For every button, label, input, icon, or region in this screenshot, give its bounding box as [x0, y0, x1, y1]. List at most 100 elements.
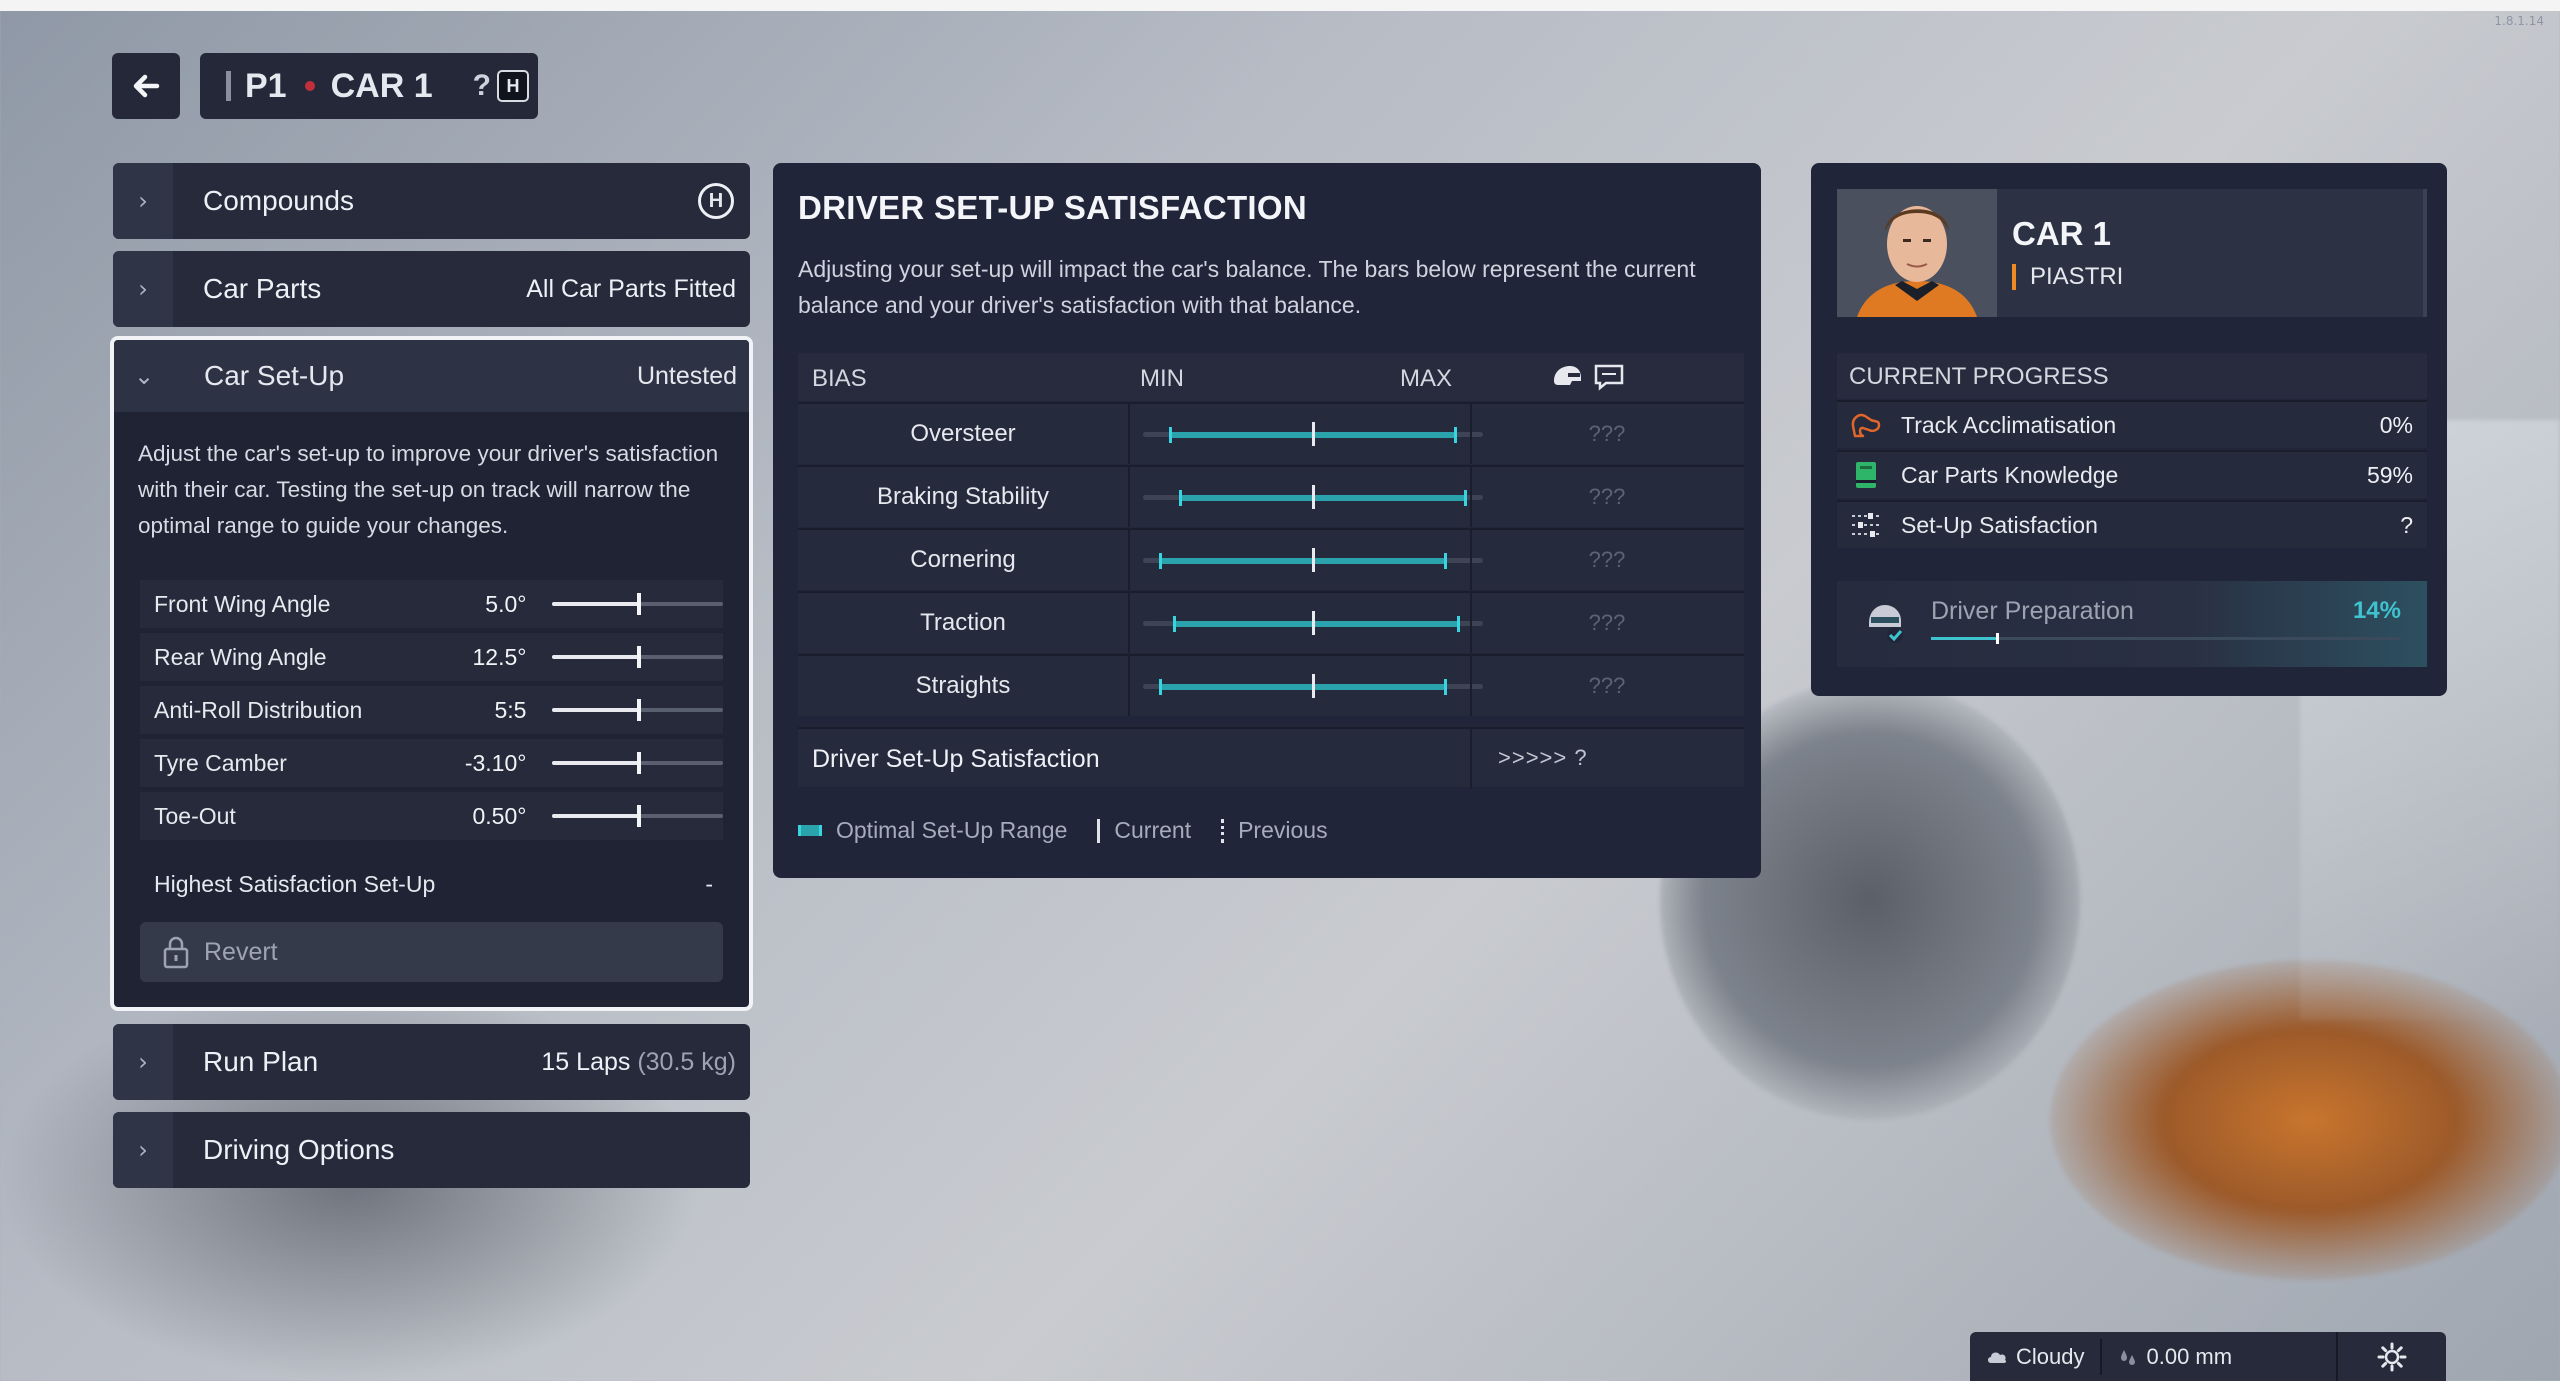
divider: [1128, 593, 1130, 653]
bias-name: Oversteer: [910, 420, 1016, 447]
driver-preparation-bar: [1931, 633, 2401, 644]
helmet-icon: [1554, 366, 1581, 385]
satisfaction-unknown: ???: [1588, 547, 1626, 572]
bias-row: Cornering ???: [798, 528, 1744, 590]
weather-status-bar: Cloudy 0.00 mm: [1970, 1332, 2446, 1381]
param-name: Anti-Roll Distribution: [154, 696, 363, 723]
run-plan-section[interactable]: › Run Plan 15 Laps (30.5 kg): [113, 1024, 750, 1100]
param-toe-out[interactable]: Toe-Out 0.50°: [140, 792, 723, 840]
speech-bubble-icon: [1594, 364, 1624, 391]
car-setup-status: Untested: [636, 361, 737, 390]
arrow-left-icon: [133, 74, 160, 98]
slider-fill: [552, 602, 640, 606]
param-slider[interactable]: [552, 699, 723, 721]
car-parts-section[interactable]: › Car Parts All Car Parts Fitted: [113, 251, 750, 327]
rain-cell: 0.00 mm: [2102, 1344, 2248, 1370]
param-slider[interactable]: [552, 805, 723, 827]
current-marker-swatch: [1097, 818, 1101, 843]
revert-label: Revert: [204, 937, 278, 966]
car-parts-status: All Car Parts Fitted: [526, 274, 736, 303]
progress-label: Car Parts Knowledge: [1901, 461, 2119, 488]
param-tyre-camber[interactable]: Tyre Camber -3.10°: [140, 739, 723, 787]
param-value: 5:5: [494, 696, 527, 723]
chevron-right-icon: ›: [113, 251, 173, 327]
driver-satisfaction-panel: DRIVER SET-UP SATISFACTION Adjusting you…: [773, 163, 1761, 878]
legend-current: Current: [1114, 817, 1192, 843]
optimal-range-bar: [1160, 558, 1446, 564]
bias-name: Cornering: [910, 546, 1016, 573]
help-button[interactable]: ?: [473, 69, 491, 103]
slider-thumb[interactable]: [637, 593, 642, 615]
bias-row: Traction ???: [798, 591, 1744, 653]
param-slider[interactable]: [552, 752, 723, 774]
car-setup-header[interactable]: ⌄ Car Set-Up Untested: [114, 340, 749, 412]
weather-cell: Cloudy: [1970, 1344, 2100, 1370]
driver-card: CAR 1 PIASTRI: [1837, 189, 2427, 317]
highest-satisfaction-label: Highest Satisfaction Set-Up: [154, 870, 436, 897]
param-name: Toe-Out: [154, 802, 236, 829]
session-title: P1 CAR 1 ? H: [200, 53, 538, 119]
version-label: 1.8.1.14: [2494, 14, 2544, 28]
car-parts-label: Car Parts: [203, 273, 322, 304]
param-name: Front Wing Angle: [154, 590, 331, 617]
compounds-section[interactable]: › Compounds H: [113, 163, 750, 239]
current-marker: [1312, 674, 1315, 698]
param-value: -3.10°: [464, 749, 527, 776]
highest-satisfaction-value: -: [705, 870, 713, 897]
satisfaction-unknown: ???: [1588, 673, 1626, 698]
progress-car-parts-knowledge: Car Parts Knowledge 59%: [1837, 450, 2427, 498]
window-top-strip: [0, 0, 2560, 11]
param-rear-wing[interactable]: Rear Wing Angle 12.5°: [140, 633, 723, 681]
current-progress-title: CURRENT PROGRESS: [1837, 353, 2427, 399]
range-min-cap: [1159, 553, 1162, 569]
optimal-range-swatch: [798, 825, 822, 836]
slider-thumb[interactable]: [637, 752, 642, 774]
current-marker: [1312, 611, 1315, 635]
chevron-right-icon: ›: [113, 163, 173, 239]
col-min: MIN: [1140, 365, 1184, 392]
run-plan-value: 15 Laps (30.5 kg): [541, 1048, 736, 1077]
progress-track-acclimatisation: Track Acclimatisation 0%: [1837, 400, 2427, 448]
revert-button[interactable]: Revert: [140, 922, 723, 982]
driver-preparation: Driver Preparation 14%: [1837, 581, 2427, 667]
param-front-wing[interactable]: Front Wing Angle 5.0°: [140, 580, 723, 628]
legend-previous: Previous: [1238, 817, 1328, 843]
param-slider[interactable]: [552, 593, 723, 615]
col-bias: BIAS: [812, 365, 867, 392]
slider-fill: [552, 655, 640, 659]
col-max: MAX: [1400, 365, 1453, 392]
divider: [1128, 530, 1130, 590]
satisfaction-unknown: ???: [1588, 610, 1626, 635]
progress-value: ?: [2400, 511, 2413, 538]
current-marker: [1312, 485, 1315, 509]
slider-thumb[interactable]: [637, 699, 642, 721]
driver-preparation-marker: [1995, 633, 1999, 644]
panel-description: Adjusting your set-up will impact the ca…: [798, 256, 1696, 318]
chevron-right-icon: ›: [113, 1024, 173, 1100]
run-plan-label: Run Plan: [203, 1046, 319, 1077]
car-setup-section: ⌄ Car Set-Up Untested Adjust the car's s…: [110, 336, 753, 1011]
param-name: Rear Wing Angle: [154, 643, 327, 670]
progress-label: Set-Up Satisfaction: [1901, 511, 2098, 538]
range-min-cap: [1179, 490, 1183, 506]
divider: [1128, 404, 1130, 464]
driver-portrait-icon: [1837, 189, 1997, 317]
driver-name: PIASTRI: [2012, 263, 2123, 291]
driving-options-section[interactable]: › Driving Options: [113, 1112, 750, 1188]
divider: [1470, 729, 1472, 789]
run-plan-laps: 15 Laps: [541, 1047, 631, 1076]
slider-thumb[interactable]: [637, 805, 642, 827]
chevron-right-icon: ›: [113, 1112, 173, 1188]
car-label: CAR 1: [330, 66, 433, 105]
param-anti-roll[interactable]: Anti-Roll Distribution 5:5: [140, 686, 723, 734]
driver-preparation-label: Driver Preparation: [1931, 597, 2134, 625]
driver-preparation-value: 14%: [2352, 597, 2401, 624]
track-icon: [1847, 410, 1885, 440]
settings-button[interactable]: [2336, 1332, 2446, 1381]
range-min-cap: [1169, 427, 1173, 443]
current-marker: [1312, 548, 1315, 572]
back-button[interactable]: [112, 53, 180, 119]
param-slider[interactable]: [552, 646, 723, 668]
driver-name-text: PIASTRI: [2030, 263, 2124, 290]
slider-thumb[interactable]: [637, 646, 642, 668]
